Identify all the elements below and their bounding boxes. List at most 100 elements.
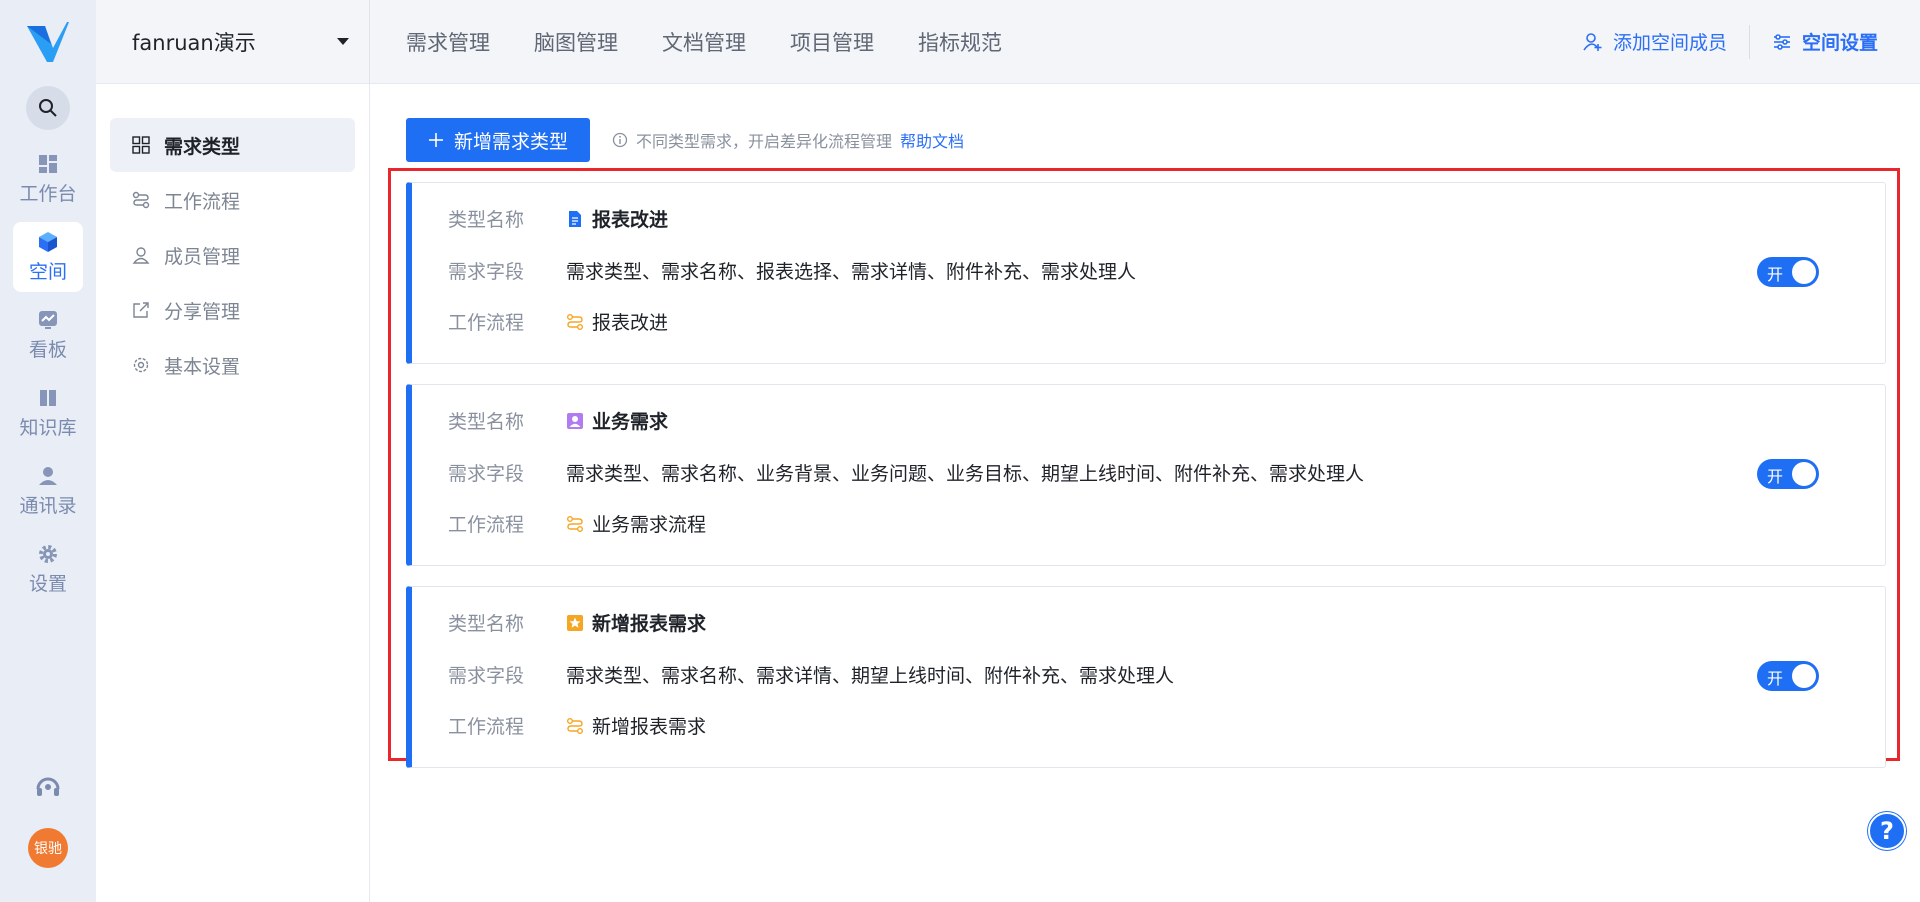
space-name: fanruan演示 <box>132 30 256 55</box>
workflow-value: 新增报表需求 <box>592 716 707 738</box>
document-icon <box>569 210 581 227</box>
person-card-icon <box>567 412 583 429</box>
rail-item-contacts[interactable]: 通讯录 <box>13 456 83 526</box>
rail-item-label: 看板 <box>28 338 67 361</box>
nav-metrics[interactable]: 指标规范 <box>896 27 1024 57</box>
hint-text: 不同类型需求，开启差异化流程管理 <box>636 132 893 151</box>
type-name-label: 类型名称 <box>448 411 525 433</box>
workflow-icon <box>132 191 150 209</box>
support-headset-icon[interactable] <box>33 772 63 802</box>
nav-mindmap[interactable]: 脑图管理 <box>512 27 640 57</box>
add-member-label: 添加空间成员 <box>1612 32 1727 54</box>
add-requirement-type-label: 新增需求类型 <box>454 130 569 153</box>
app-logo-icon[interactable] <box>23 18 73 68</box>
rail-item-settings[interactable]: 设置 <box>13 534 83 604</box>
type-name-value-wrap: 业务需求 <box>566 407 668 434</box>
sidebar-item-label: 工作流程 <box>164 190 241 213</box>
plus-icon <box>429 133 443 147</box>
rail-item-label: 通讯录 <box>19 494 77 517</box>
grid-icon <box>132 136 150 154</box>
top-header: fanruan演示 需求管理 脑图管理 文档管理 项目管理 指标规范 添加空间成… <box>96 0 1920 84</box>
rail-item-space[interactable]: 空间 <box>13 222 83 292</box>
add-member-button[interactable]: 添加空间成员 <box>1583 28 1727 55</box>
gear-icon <box>39 544 57 563</box>
sliders-icon <box>1773 33 1790 50</box>
sidebar-item-members[interactable]: 成员管理 <box>110 228 355 282</box>
gear-icon <box>133 357 149 373</box>
info-icon <box>612 132 628 148</box>
type-name-row: 类型名称 新增报表需求 <box>448 609 706 636</box>
nav-documents[interactable]: 文档管理 <box>640 27 768 57</box>
rail-item-workbench[interactable]: 工作台 <box>13 144 83 214</box>
nav-requirements[interactable]: 需求管理 <box>384 27 512 57</box>
workflow-icon <box>567 515 583 532</box>
space-settings-label: 空间设置 <box>1801 32 1878 54</box>
enable-toggle[interactable]: 开 <box>1757 459 1819 489</box>
help-doc-link[interactable]: 帮助文档 <box>900 128 964 152</box>
sidebar-item-workflow[interactable]: 工作流程 <box>110 173 355 227</box>
rail-item-label: 知识库 <box>19 416 77 439</box>
sidebar-item-requirement-types[interactable]: 需求类型 <box>110 118 355 172</box>
search-icon <box>39 99 57 117</box>
toggle-knob <box>1792 664 1816 688</box>
star-icon <box>567 614 583 631</box>
requirement-type-card: 类型名称 新增报表需求 需求字段 需求类型、需求名称、需求详情、期望上线时间、附… <box>406 586 1886 768</box>
sidebar-item-label: 分享管理 <box>164 300 241 323</box>
workflow-value-wrap: 新增报表需求 <box>566 712 706 739</box>
workflow-icon <box>567 717 583 734</box>
enable-toggle[interactable]: 开 <box>1757 661 1819 691</box>
nav-projects[interactable]: 项目管理 <box>768 27 896 57</box>
workflow-label: 工作流程 <box>448 514 525 536</box>
hint: 不同类型需求，开启差异化流程管理 帮助文档 <box>612 128 964 152</box>
toggle-label: 开 <box>1767 265 1784 284</box>
caret-down-icon <box>337 38 349 45</box>
add-requirement-type-button[interactable]: 新增需求类型 <box>406 118 591 162</box>
contacts-icon <box>39 466 57 485</box>
workflow-value: 业务需求流程 <box>592 514 707 536</box>
toggle-knob <box>1792 462 1816 486</box>
toggle-label: 开 <box>1767 467 1784 486</box>
user-icon <box>132 247 150 264</box>
toggle-label: 开 <box>1767 669 1784 688</box>
type-name-value: 新增报表需求 <box>592 613 707 635</box>
chart-board-icon <box>39 310 57 329</box>
rail-item-knowledge[interactable]: 知识库 <box>13 378 83 448</box>
sidebar-item-label: 成员管理 <box>164 245 241 268</box>
type-name-value-wrap: 报表改进 <box>566 205 668 232</box>
fields-row: 需求字段 需求类型、需求名称、业务背景、业务问题、业务目标、期望上线时间、附件补… <box>448 459 1364 486</box>
help-button[interactable]: ? <box>1868 812 1906 850</box>
fields-row: 需求字段 需求类型、需求名称、需求详情、期望上线时间、附件补充、需求处理人 <box>448 661 1174 688</box>
enable-toggle[interactable]: 开 <box>1757 257 1819 287</box>
fields-value: 需求类型、需求名称、业务背景、业务问题、业务目标、期望上线时间、附件补充、需求处… <box>566 463 1365 485</box>
workflow-label: 工作流程 <box>448 716 525 738</box>
global-search-button[interactable] <box>26 86 70 130</box>
fields-value: 需求类型、需求名称、报表选择、需求详情、附件补充、需求处理人 <box>566 261 1137 283</box>
workflow-row: 工作流程 业务需求流程 <box>448 510 706 537</box>
sidebar-item-share[interactable]: 分享管理 <box>110 283 355 337</box>
workflow-value: 报表改进 <box>592 312 669 334</box>
book-icon <box>40 389 56 406</box>
space-settings-button[interactable]: 空间设置 <box>1772 28 1878 55</box>
fields-label: 需求字段 <box>448 261 525 283</box>
dashboard-icon <box>39 154 57 173</box>
requirement-type-card: 类型名称 业务需求 需求字段 需求类型、需求名称、业务背景、业务问题、业务目标、… <box>406 384 1886 566</box>
workflow-value-wrap: 业务需求流程 <box>566 510 706 537</box>
space-selector[interactable]: fanruan演示 <box>96 0 370 84</box>
toolbar: 新增需求类型 不同类型需求，开启差异化流程管理 帮助文档 <box>406 118 964 162</box>
avatar[interactable]: 银驰 <box>28 828 68 868</box>
workflow-icon <box>567 313 583 330</box>
requirement-type-card: 类型名称 报表改进 需求字段 需求类型、需求名称、报表选择、需求详情、附件补充、… <box>406 182 1886 364</box>
rail-item-label: 设置 <box>28 572 67 595</box>
top-nav: 需求管理 脑图管理 文档管理 项目管理 指标规范 <box>384 27 1024 57</box>
workflow-row: 工作流程 新增报表需求 <box>448 712 706 739</box>
fields-value: 需求类型、需求名称、需求详情、期望上线时间、附件补充、需求处理人 <box>566 665 1175 687</box>
toggle-knob <box>1792 260 1816 284</box>
external-link-icon <box>133 302 149 318</box>
type-name-value: 报表改进 <box>592 209 669 231</box>
sidebar-item-label: 基本设置 <box>164 355 241 378</box>
fields-row: 需求字段 需求类型、需求名称、报表选择、需求详情、附件补充、需求处理人 <box>448 257 1136 284</box>
left-rail: 工作台 空间 看板 知识库 通讯录 设置 银驰 <box>0 0 96 902</box>
rail-item-label: 工作台 <box>19 182 77 205</box>
rail-item-board[interactable]: 看板 <box>13 300 83 370</box>
sidebar-item-basic-settings[interactable]: 基本设置 <box>110 338 355 392</box>
